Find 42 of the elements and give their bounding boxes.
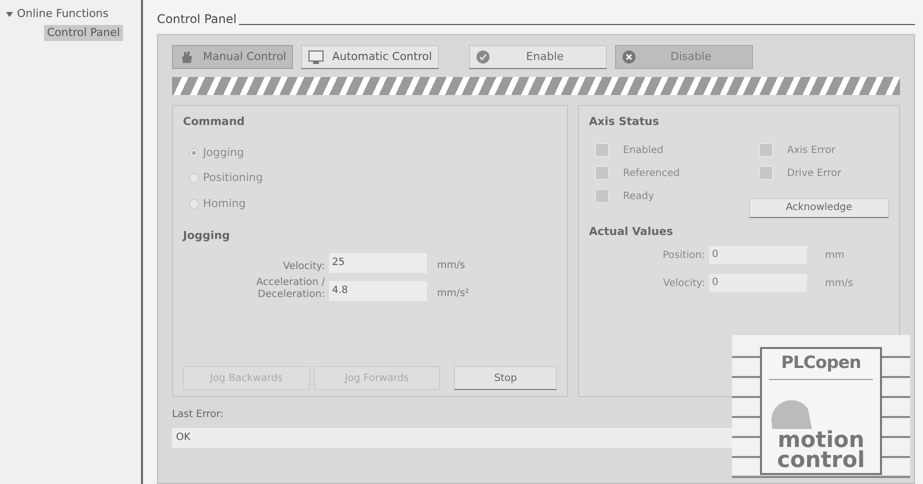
power-button[interactable]: Enable	[468, 45, 607, 69]
jog-button[interactable]: Stop	[454, 366, 557, 390]
unit-label: mm/s	[437, 258, 466, 272]
tree-item[interactable]: Online Functions	[17, 6, 108, 22]
radio-option[interactable]: Positioning	[189, 170, 557, 186]
unit-label: mm/s	[825, 276, 854, 290]
caret-icon[interactable]	[6, 10, 13, 18]
status-label: Enabled	[623, 144, 664, 158]
panel-heading: Command	[183, 114, 246, 130]
field-label: Position:	[662, 248, 705, 262]
panel-heading: Axis Status	[589, 114, 660, 130]
tree-item[interactable]: Control Panel	[44, 24, 123, 41]
section-title: Control Panel	[157, 11, 237, 28]
power-button[interactable]: Disable	[614, 45, 753, 69]
check-circle-icon	[476, 50, 490, 64]
unit-label: mm/s²	[437, 286, 470, 300]
field-label: Velocity:	[282, 260, 325, 272]
radio-option[interactable]: Homing	[189, 196, 557, 212]
input-field[interactable]: 4.8	[329, 280, 427, 300]
field-label: Velocity:	[662, 276, 705, 290]
status-label: Axis Error	[787, 144, 836, 158]
acknowledge-button[interactable]: Acknowledge	[749, 198, 889, 218]
logo-text: PLCopen	[781, 352, 861, 375]
radio-option[interactable]: Jogging	[189, 144, 557, 161]
output-field: OK	[172, 428, 732, 448]
hand-icon	[179, 49, 195, 65]
panel-heading: Jogging	[183, 228, 231, 244]
output-field: 0	[709, 246, 807, 264]
field-label: Last Error:	[172, 408, 224, 422]
output-field: 0	[709, 274, 807, 292]
mode-button[interactable]: Automatic Control	[301, 45, 439, 69]
status-label: Referenced	[623, 166, 680, 180]
status-label: Ready	[623, 190, 654, 204]
logo-text: motion control	[776, 431, 866, 471]
status-label: Drive Error	[787, 166, 842, 180]
monitor-icon	[308, 49, 324, 65]
field-label: Acceleration / Deceleration:	[255, 276, 325, 300]
unit-label: mm	[825, 248, 844, 262]
input-field[interactable]: 25	[329, 252, 427, 272]
panel-heading: Actual Values	[589, 224, 674, 240]
cross-circle-icon	[622, 50, 636, 64]
mode-button[interactable]: Manual Control	[172, 45, 294, 69]
